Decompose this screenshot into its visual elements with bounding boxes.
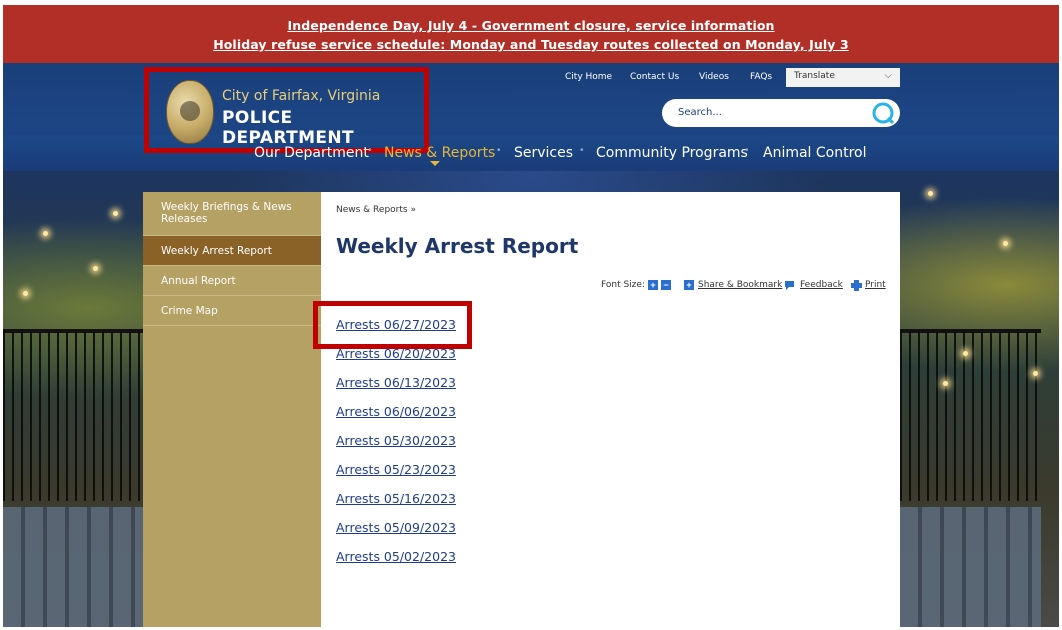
nav-separator: • [745, 145, 749, 156]
alert-link-independence-day[interactable]: Independence Day, July 4 - Government cl… [3, 18, 1059, 33]
nav-community-programs[interactable]: Community Programs [596, 145, 748, 161]
arrest-link[interactable]: Arrests 05/23/2023 [336, 463, 456, 492]
sidebar-item-weekly-arrest-report[interactable]: Weekly Arrest Report [143, 236, 321, 266]
arrest-link[interactable]: Arrests 06/06/2023 [336, 405, 456, 434]
page-title: Weekly Arrest Report [336, 234, 579, 258]
util-link-faqs[interactable]: FAQs [750, 72, 772, 82]
nav-active-caret-icon [430, 161, 440, 166]
highlight-box-latest-arrest [313, 301, 472, 349]
nav-animal-control[interactable]: Animal Control [763, 145, 867, 161]
nav-news-reports[interactable]: News & Reports [384, 145, 495, 161]
util-link-contact-us[interactable]: Contact Us [630, 72, 679, 82]
arrest-link[interactable]: Arrests 06/13/2023 [336, 376, 456, 405]
breadcrumb-separator: » [410, 205, 416, 215]
arrest-link[interactable]: Arrests 05/30/2023 [336, 434, 456, 463]
arrest-link[interactable]: Arrests 05/16/2023 [336, 492, 456, 521]
sidebar-nav: Weekly Briefings & News Releases Weekly … [143, 192, 321, 627]
alert-banner: Independence Day, July 4 - Government cl… [3, 5, 1059, 63]
nav-our-department[interactable]: Our Department [254, 145, 369, 161]
arrest-link[interactable]: Arrests 05/09/2023 [336, 521, 456, 550]
nav-separator: • [580, 145, 584, 156]
util-link-city-home[interactable]: City Home [565, 72, 612, 82]
arrest-link[interactable]: Arrests 05/02/2023 [336, 550, 456, 579]
alert-link-refuse-schedule[interactable]: Holiday refuse service schedule: Monday … [3, 37, 1059, 52]
sidebar-item-weekly-briefings[interactable]: Weekly Briefings & News Releases [143, 192, 321, 236]
nav-separator: • [497, 145, 501, 156]
translate-select[interactable]: Translate ⌵ [786, 68, 900, 87]
share-bookmark-link[interactable]: Share & Bookmark [698, 280, 782, 290]
search-input[interactable]: Search... [678, 107, 722, 118]
sidebar-item-annual-report[interactable]: Annual Report [143, 266, 321, 296]
highlight-box-logo [144, 67, 429, 153]
printer-icon [851, 280, 862, 291]
arrest-link[interactable]: Arrests 06/20/2023 [336, 347, 456, 376]
speech-bubble-icon [785, 281, 794, 290]
main-content: News & Reports » Weekly Arrest Report Fo… [321, 192, 900, 627]
breadcrumb-link-news-reports[interactable]: News & Reports [336, 205, 408, 215]
translate-label: Translate [794, 71, 835, 81]
search-icon[interactable] [872, 102, 894, 124]
font-increase-icon[interactable]: + [648, 280, 658, 290]
nav-services[interactable]: Services [514, 145, 573, 161]
breadcrumb: News & Reports » [336, 205, 416, 215]
feedback-link[interactable]: Feedback [800, 280, 843, 290]
sidebar-item-crime-map[interactable]: Crime Map [143, 296, 321, 326]
font-decrease-icon[interactable]: − [661, 280, 671, 290]
print-link[interactable]: Print [865, 280, 886, 290]
font-size-label: Font Size: [601, 280, 645, 290]
chevron-down-icon: ⌵ [884, 70, 892, 81]
nav-separator: • [368, 145, 372, 156]
search-box[interactable]: Search... [662, 99, 900, 127]
arrest-report-list: Arrests 06/27/2023 Arrests 06/20/2023 Ar… [336, 318, 456, 579]
plus-square-icon: + [684, 280, 694, 290]
util-link-videos[interactable]: Videos [699, 72, 729, 82]
